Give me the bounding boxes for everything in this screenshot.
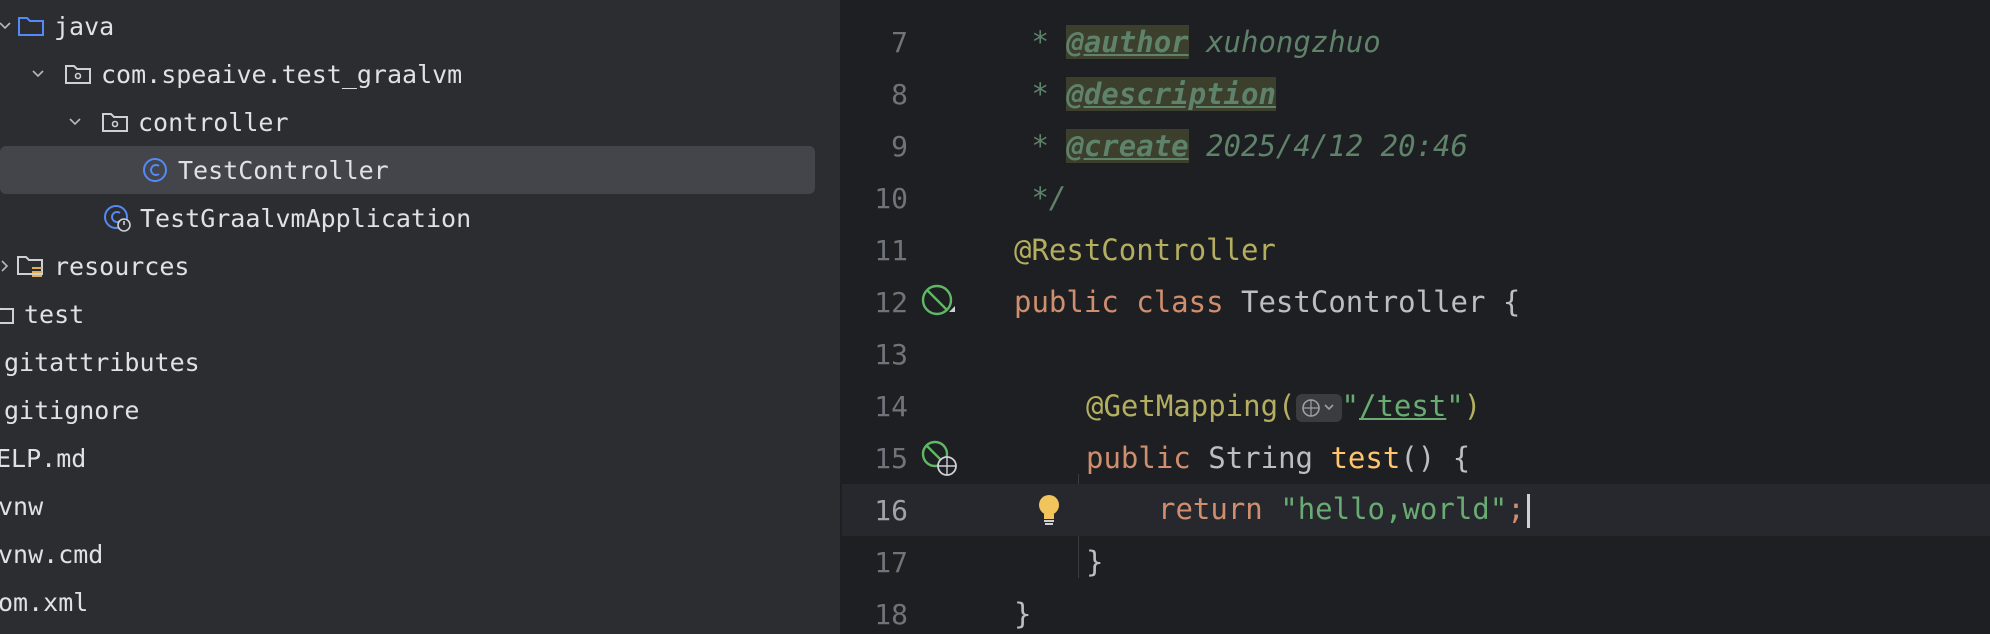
class-icon	[140, 156, 170, 184]
line-number: 16	[874, 493, 908, 527]
tree-item-label: resources	[54, 251, 190, 281]
tree-item-label: vnw.cmd	[0, 539, 104, 569]
spring-boot-class-icon	[102, 204, 132, 232]
line-number: 15	[874, 441, 908, 475]
folder-source-icon	[16, 12, 46, 40]
line-content: */	[1014, 181, 1067, 215]
line-number: 13	[874, 337, 908, 371]
line-content: public String test() {	[1086, 441, 1471, 475]
tree-item-label: java	[54, 11, 115, 41]
project-tree-panel: java com.speaive.test_graalvm controller…	[0, 0, 840, 634]
line-number: 17	[874, 545, 908, 579]
resources-folder-icon	[16, 252, 46, 280]
tree-item-java[interactable]: java	[0, 2, 840, 50]
tree-item-mvnw[interactable]: vnw	[0, 482, 840, 530]
line-number: 12	[874, 285, 908, 319]
code-line[interactable]: 18 }	[842, 588, 1990, 634]
tree-item-gitignore[interactable]: gitignore	[0, 386, 840, 434]
tree-item-label: om.xml	[0, 587, 89, 617]
tree-item-resources[interactable]: resources	[0, 242, 840, 290]
code-line[interactable]: 14 @GetMapping("/test")	[842, 380, 1990, 432]
request-mapping-gutter-icon[interactable]	[918, 437, 960, 479]
spring-bean-gutter-icon[interactable]	[918, 281, 960, 323]
tree-item-testcontroller[interactable]: TestController	[0, 146, 840, 194]
text-caret	[1526, 494, 1530, 528]
folder-icon	[0, 300, 16, 328]
tree-item-label: TestController	[178, 155, 389, 185]
code-line[interactable]: 7 * @author xuhongzhuo	[842, 16, 1990, 68]
tree-item-gitattributes[interactable]: gitattributes	[0, 338, 840, 386]
tree-item-test[interactable]: test	[0, 290, 840, 338]
line-number: 11	[874, 233, 908, 267]
tree-item-label: test	[24, 299, 85, 329]
line-content: }	[1086, 545, 1104, 579]
tree-item-label: ELP.md	[0, 443, 87, 473]
tree-item-testgraalvmapplication[interactable]: TestGraalvmApplication	[0, 194, 840, 242]
chevron-down-icon[interactable]	[64, 111, 86, 133]
line-number: 14	[874, 389, 908, 423]
tree-item-package[interactable]: com.speaive.test_graalvm	[0, 50, 840, 98]
code-line[interactable]: 13	[842, 328, 1990, 380]
tree-item-label: gitattributes	[4, 347, 200, 377]
line-content: @RestController	[1014, 233, 1276, 267]
line-content: public class TestController {	[1014, 285, 1521, 319]
code-line[interactable]: 12 public class TestController {	[842, 276, 1990, 328]
code-line[interactable]: 9 * @create 2025/4/12 20:46	[842, 120, 1990, 172]
chevron-down-icon[interactable]	[0, 15, 16, 37]
chevron-right-icon[interactable]	[0, 255, 16, 277]
code-line-current[interactable]: 16 return "hello,world";	[842, 484, 1990, 536]
tree-item-label: com.speaive.test_graalvm	[101, 59, 463, 89]
line-number: 7	[891, 25, 908, 59]
code-editor[interactable]: 7 * @author xuhongzhuo 8 * @description …	[842, 0, 1990, 634]
code-line[interactable]: 17 }	[842, 536, 1990, 588]
package-icon	[100, 108, 130, 136]
lightbulb-icon[interactable]	[1028, 489, 1070, 531]
line-content: }	[1014, 597, 1032, 631]
line-number: 8	[891, 77, 908, 111]
tree-item-help-md[interactable]: ELP.md	[0, 434, 840, 482]
line-number: 9	[891, 129, 908, 163]
tree-item-pom-xml[interactable]: om.xml	[0, 578, 840, 626]
package-icon	[63, 60, 93, 88]
code-line[interactable]: 15 public String test() {	[842, 432, 1990, 484]
selection-highlight	[0, 146, 815, 194]
tree-item-mvnw-cmd[interactable]: vnw.cmd	[0, 530, 840, 578]
line-content: return "hello,world";	[1158, 492, 1530, 528]
code-line[interactable]: 11 @RestController	[842, 224, 1990, 276]
code-line[interactable]: 8 * @description	[842, 68, 1990, 120]
line-number: 10	[874, 181, 908, 215]
tree-item-label: TestGraalvmApplication	[140, 203, 472, 233]
line-content: * @create 2025/4/12 20:46	[1014, 129, 1468, 163]
line-content: * @description	[1014, 77, 1276, 111]
line-number: 18	[874, 597, 908, 631]
code-line[interactable]: 10 */	[842, 172, 1990, 224]
tree-item-controller[interactable]: controller	[0, 98, 840, 146]
tree-item-label: vnw	[0, 491, 44, 521]
line-content: * @author xuhongzhuo	[1014, 25, 1381, 59]
chevron-down-icon[interactable]	[27, 63, 49, 85]
tree-item-label: gitignore	[4, 395, 140, 425]
globe-inlay-icon[interactable]	[1295, 394, 1342, 422]
line-content: @GetMapping("/test")	[1086, 389, 1482, 423]
tree-item-label: controller	[138, 107, 289, 137]
